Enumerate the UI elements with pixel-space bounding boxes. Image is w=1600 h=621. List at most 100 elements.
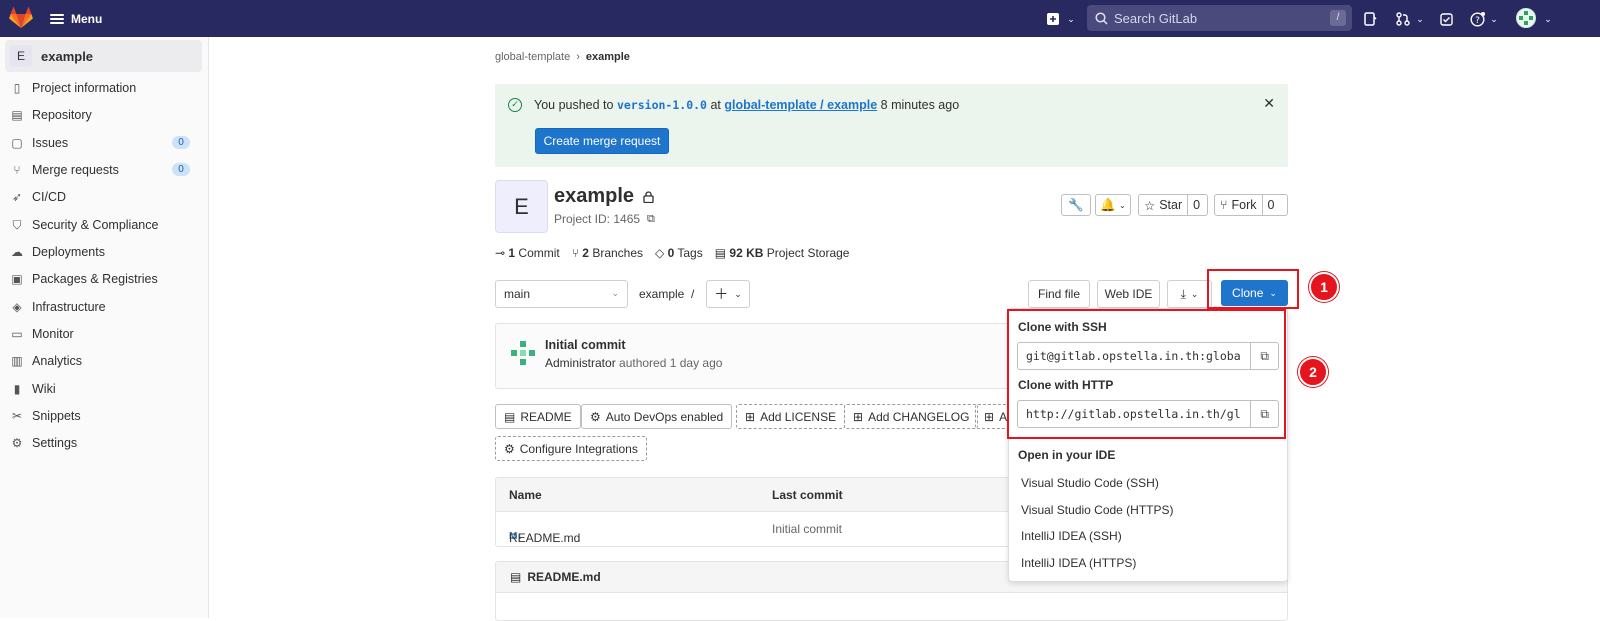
repo-path: example / (639, 287, 694, 301)
branch-selector[interactable]: main ⌄ (495, 280, 628, 308)
alert-text: 8 minutes ago (877, 98, 960, 112)
sidebar-item-snippets[interactable]: ✂ Snippets (10, 405, 202, 427)
doc-icon: ▤ (504, 409, 516, 424)
chevron-down-icon[interactable]: ⌄ (1061, 9, 1081, 29)
add-file-button[interactable]: ＋ ⌄ (706, 280, 750, 308)
todo-icon[interactable] (1436, 9, 1456, 29)
download-button[interactable]: ⤓ ⌄ (1167, 280, 1212, 308)
sidebar-item-merge-requests[interactable]: ⑂ Merge requests 0 (10, 159, 202, 181)
merge-requests-count-badge: 0 (172, 163, 190, 176)
main-content: global-template › example ✓ You pushed t… (209, 37, 1600, 621)
repo-path-name[interactable]: example (639, 287, 684, 301)
column-header-last-commit: Last commit (772, 488, 843, 502)
doc-icon: ▤ (11, 108, 23, 122)
new-item-icon[interactable] (1043, 9, 1063, 29)
sidebar-item-security[interactable]: ⛉ Security & Compliance (10, 214, 202, 236)
find-file-button[interactable]: Find file (1028, 280, 1090, 308)
alert-project-link[interactable]: global-template / example (724, 98, 877, 112)
sidebar-item-infrastructure[interactable]: ◈ Infrastructure (10, 296, 202, 318)
push-alert: ✓ You pushed to version-1.0.0 at global-… (495, 84, 1288, 167)
commits-stat[interactable]: ⊸ 1 Commit (495, 246, 560, 260)
gitlab-logo-icon[interactable] (9, 7, 33, 29)
plus-icon: ⊞ (745, 409, 756, 424)
branches-stat[interactable]: ⑂ 2 Branches (572, 246, 643, 260)
star-button[interactable]: ☆ Star 0 (1138, 194, 1208, 216)
sidebar-item-repository[interactable]: ▤ Repository (10, 104, 202, 126)
top-navbar: Menu ⌄ Search GitLab / ⌄ ? ⌄ ⌄ (0, 0, 1600, 37)
fork-button[interactable]: ⑂ Fork 0 (1214, 194, 1288, 216)
search-input[interactable]: Search GitLab / (1087, 5, 1352, 31)
web-ide-button[interactable]: Web IDE (1097, 280, 1160, 308)
add-changelog-chip[interactable]: ⊞ Add CHANGELOG (844, 404, 979, 429)
project-avatar: E (10, 45, 32, 67)
chevron-down-icon[interactable]: ⌄ (1410, 9, 1430, 29)
commit-author[interactable]: Administrator (545, 356, 616, 370)
file-name[interactable]: README.md (509, 531, 580, 545)
issues-icon[interactable] (1360, 9, 1380, 29)
add-license-chip[interactable]: ⊞ Add LICENSE (736, 404, 846, 429)
alert-text: You pushed to (534, 98, 617, 112)
project-id-text: Project ID: 1465 (554, 212, 641, 226)
scissors-icon: ✂ (11, 409, 23, 423)
tags-stat[interactable]: ◇ 0 Tags (655, 246, 703, 260)
sidebar-item-analytics[interactable]: ▥ Analytics (10, 350, 202, 372)
project-stats: ⊸ 1 Commit ⑂ 2 Branches ◇ 0 Tags ▤ 92 KB… (495, 246, 849, 260)
readme-chip[interactable]: ▤ README (495, 404, 581, 429)
create-merge-request-button[interactable]: Create merge request (535, 128, 669, 154)
alert-branch[interactable]: version-1.0.0 (617, 98, 707, 112)
copy-icon[interactable]: ⧉ (647, 213, 655, 226)
breadcrumb-current[interactable]: example (586, 51, 630, 63)
project-name: example (554, 185, 635, 207)
user-avatar[interactable] (1516, 8, 1536, 28)
sidebar-item-settings[interactable]: ⚙ Settings (10, 432, 202, 454)
configure-integrations-chip[interactable]: ⚙ Configure Integrations (495, 436, 647, 461)
project-avatar-large: E (495, 180, 548, 233)
file-last-commit[interactable]: Initial commit (772, 522, 842, 536)
chevron-down-icon[interactable]: ⌄ (1538, 9, 1558, 29)
sidebar-item-monitor[interactable]: ▭ Monitor (10, 323, 202, 345)
ide-item-intellij-https[interactable]: IntelliJ IDEA (HTTPS) (1021, 556, 1136, 570)
chevron-down-icon: ⌄ (1118, 200, 1126, 210)
sidebar-item-packages[interactable]: ▣ Packages & Registries (10, 268, 202, 290)
auto-devops-chip[interactable]: ⚙ Auto DevOps enabled (581, 404, 733, 429)
ide-item-intellij-ssh[interactable]: IntelliJ IDEA (SSH) (1021, 529, 1122, 543)
sidebar-item-label: Repository (32, 108, 92, 122)
sidebar-item-deployments[interactable]: ☁ Deployments (10, 241, 202, 263)
check-circle-icon: ✓ (508, 98, 522, 112)
sidebar-item-wiki[interactable]: ▮ Wiki (10, 378, 202, 400)
wrench-icon: 🔧 (1068, 197, 1084, 212)
sidebar-item-label: Wiki (32, 382, 56, 396)
breadcrumb-separator: › (576, 51, 580, 63)
notification-button[interactable]: 🔔 ⌄ (1095, 194, 1131, 216)
sidebar-item-label: Snippets (32, 409, 81, 423)
sidebar-item-label: Security & Compliance (32, 218, 159, 232)
star-count: 0 (1187, 195, 1205, 215)
shield-icon: ⛉ (12, 217, 22, 232)
bell-icon: 🔔 (1100, 197, 1116, 212)
doc-icon: ▤ (510, 570, 522, 584)
sidebar-item-cicd[interactable]: ➶ CI/CD (10, 186, 202, 208)
ide-item-vscode-ssh[interactable]: Visual Studio Code (SSH) (1021, 476, 1159, 490)
alert-text: at (706, 98, 725, 112)
breadcrumb: global-template › example (495, 51, 630, 63)
settings-wrench-button[interactable]: 🔧 (1061, 194, 1091, 216)
sidebar-item-label: Settings (32, 436, 78, 450)
sidebar-item-label: Packages & Registries (32, 272, 158, 286)
readme-title[interactable]: README.md (527, 570, 600, 584)
ide-item-vscode-https[interactable]: Visual Studio Code (HTTPS) (1021, 503, 1174, 517)
hamburger-icon (50, 14, 64, 24)
breadcrumb-parent[interactable]: global-template (495, 51, 570, 63)
menu-button[interactable]: Menu (50, 9, 102, 29)
chevron-down-icon[interactable]: ⌄ (1484, 9, 1504, 29)
close-icon[interactable]: ✕ (1263, 95, 1275, 112)
storage-stat[interactable]: ▤ 92 KB Project Storage (715, 246, 850, 260)
commit-author-avatar[interactable] (509, 339, 537, 367)
chevron-down-icon: ⌄ (734, 288, 742, 299)
commit-title[interactable]: Initial commit (545, 338, 626, 352)
chip-label: Add LICENSE (760, 409, 837, 424)
book-icon: ▮ (13, 382, 21, 396)
sidebar-project-header[interactable]: E example (5, 40, 202, 72)
repo-path-separator: / (691, 287, 695, 301)
sidebar-item-project-information[interactable]: ▯ Project information (10, 77, 202, 99)
sidebar-item-issues[interactable]: ▢ Issues 0 (10, 132, 202, 154)
